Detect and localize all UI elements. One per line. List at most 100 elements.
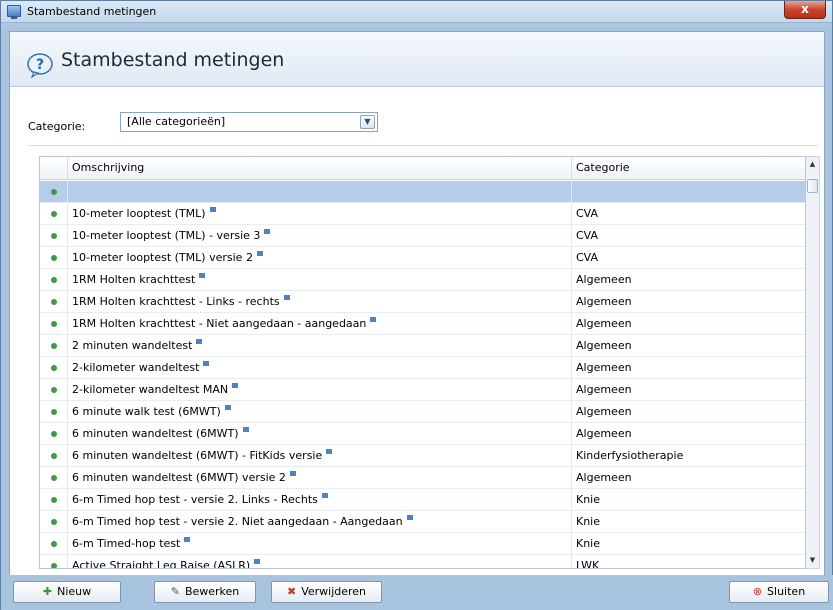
cell-omschrijving: 2-kilometer wandeltest: [67, 357, 571, 379]
edit-button-label: Bewerken: [184, 585, 240, 598]
note-marker-icon: [289, 471, 296, 476]
table-row[interactable]: 2-kilometer wandeltest MAN Algemeen: [40, 379, 805, 401]
status-dot-icon: [51, 541, 57, 547]
status-dot-icon: [51, 365, 57, 371]
cell-omschrijving: 6 minuten wandeltest (6MWT) versie 2: [67, 467, 571, 489]
table-row[interactable]: 6-m Timed hop test - versie 2. Links - R…: [40, 489, 805, 511]
table-row[interactable]: 6 minuten wandeltest (6MWT) - FitKids ve…: [40, 445, 805, 467]
table-row[interactable]: 2-kilometer wandeltest Algemeen: [40, 357, 805, 379]
vertical-scrollbar[interactable]: ▲ ▼: [806, 156, 820, 569]
table-row[interactable]: Active Straight Leg Raise (ASLR) LWK: [40, 555, 805, 569]
measurements-table: Omschrijving Categorie 10-meter looptest…: [39, 156, 806, 569]
cell-omschrijving: [67, 181, 571, 203]
table-row[interactable]: 6-m Timed hop test - versie 2. Niet aang…: [40, 511, 805, 533]
note-marker-icon: [283, 295, 290, 300]
status-dot-icon: [51, 497, 57, 503]
status-dot-icon: [51, 189, 57, 195]
category-filter-value: [Alle categorieën]: [127, 115, 226, 128]
title-bar[interactable]: Stambestand metingen x: [1, 1, 832, 23]
close-window-button[interactable]: x: [784, 1, 826, 19]
cell-categorie: CVA: [571, 225, 805, 247]
cell-categorie: Algemeen: [571, 379, 805, 401]
cell-omschrijving-text: 6 minute walk test (6MWT): [72, 405, 221, 418]
page-header: ? Stambestand metingen: [10, 32, 824, 87]
note-marker-icon: [209, 207, 216, 212]
note-marker-icon: [370, 317, 377, 322]
cell-categorie: Algemeen: [571, 313, 805, 335]
category-filter-select[interactable]: [Alle categorieën] ▼: [120, 112, 378, 132]
column-header-categorie[interactable]: Categorie: [571, 157, 805, 180]
cell-categorie: Algemeen: [571, 401, 805, 423]
cell-categorie: CVA: [571, 247, 805, 269]
cell-categorie: Algemeen: [571, 423, 805, 445]
table-row[interactable]: 10-meter looptest (TML) CVA: [40, 203, 805, 225]
cell-categorie: Knie: [571, 489, 805, 511]
scrollbar-thumb[interactable]: [807, 179, 818, 193]
new-button[interactable]: ✚ Nieuw: [13, 581, 121, 603]
button-bar: [1, 575, 833, 610]
status-dot-icon: [51, 563, 57, 568]
cell-omschrijving: 6 minuten wandeltest (6MWT): [67, 423, 571, 445]
cell-categorie: CVA: [571, 203, 805, 225]
status-dot-icon: [51, 343, 57, 349]
status-dot-icon: [51, 519, 57, 525]
cell-omschrijving: 2 minuten wandeltest: [67, 335, 571, 357]
status-dot-icon: [51, 409, 57, 415]
cell-omschrijving-text: 6 minuten wandeltest (6MWT) - FitKids ve…: [72, 449, 323, 462]
note-marker-icon: [242, 427, 249, 432]
table-header: Omschrijving Categorie: [40, 157, 805, 180]
table-row[interactable]: 2 minuten wandeltest Algemeen: [40, 335, 805, 357]
status-dot-icon: [51, 277, 57, 283]
table-row[interactable]: 10-meter looptest (TML) versie 2 CVA: [40, 247, 805, 269]
cell-omschrijving: 6-m Timed hop test - versie 2. Links - R…: [67, 489, 571, 511]
table-row[interactable]: 1RM Holten krachttest - Niet aangedaan -…: [40, 313, 805, 335]
cell-omschrijving-text: Active Straight Leg Raise (ASLR): [72, 559, 251, 569]
close-button[interactable]: ⊗ Sluiten: [729, 581, 829, 603]
cell-omschrijving: 1RM Holten krachttest - Links - rechts: [67, 291, 571, 313]
cell-omschrijving: 6 minute walk test (6MWT): [67, 401, 571, 423]
cell-categorie: Algemeen: [571, 291, 805, 313]
table-row[interactable]: 6 minute walk test (6MWT) Algemeen: [40, 401, 805, 423]
edit-button[interactable]: ✎ Bewerken: [154, 581, 256, 603]
note-marker-icon: [199, 273, 206, 278]
scroll-up-icon[interactable]: ▲: [806, 157, 819, 172]
cell-omschrijving-text: 6 minuten wandeltest (6MWT) versie 2: [72, 471, 286, 484]
status-dot-icon: [51, 255, 57, 261]
status-dot-icon: [51, 475, 57, 481]
help-icon: ?: [27, 53, 53, 78]
table-row[interactable]: 6-m Timed-hop test Knie: [40, 533, 805, 555]
cell-categorie: Algemeen: [571, 335, 805, 357]
table-row[interactable]: 10-meter looptest (TML) - versie 3 CVA: [40, 225, 805, 247]
scroll-down-icon[interactable]: ▼: [806, 553, 819, 568]
status-dot-icon: [51, 299, 57, 305]
close-button-label: Sluiten: [767, 585, 806, 598]
page-title: Stambestand metingen: [61, 49, 285, 71]
client-area: ? Stambestand metingen Categorie: [Alle …: [9, 31, 825, 594]
chevron-down-icon[interactable]: ▼: [360, 115, 375, 129]
column-header-omschrijving[interactable]: Omschrijving: [67, 157, 571, 180]
cell-omschrijving-text: 1RM Holten krachttest: [72, 273, 196, 286]
cell-omschrijving-text: 6-m Timed-hop test: [72, 537, 181, 550]
plus-icon: ✚: [42, 585, 53, 598]
cell-categorie: Knie: [571, 533, 805, 555]
table-row[interactable]: 6 minuten wandeltest (6MWT) versie 2 Alge…: [40, 467, 805, 489]
category-filter-label: Categorie:: [28, 120, 86, 133]
table-row[interactable]: [40, 181, 805, 203]
divider: [28, 145, 818, 146]
table-row[interactable]: 6 minuten wandeltest (6MWT) Algemeen: [40, 423, 805, 445]
cell-categorie: Knie: [571, 511, 805, 533]
table-row[interactable]: 1RM Holten krachttest - Links - rechts Al…: [40, 291, 805, 313]
table-row[interactable]: 1RM Holten krachttest Algemeen: [40, 269, 805, 291]
cell-omschrijving-text: 1RM Holten krachttest - Links - rechts: [72, 295, 280, 308]
cell-categorie: LWK: [571, 555, 805, 568]
note-marker-icon: [254, 559, 261, 564]
note-marker-icon: [196, 339, 203, 344]
cell-omschrijving-text: 1RM Holten krachttest - Niet aangedaan -…: [72, 317, 367, 330]
note-marker-icon: [203, 361, 210, 366]
window-title: Stambestand metingen: [27, 5, 157, 18]
cell-categorie: [571, 181, 805, 203]
cell-omschrijving: 6-m Timed hop test - versie 2. Niet aang…: [67, 511, 571, 533]
note-marker-icon: [406, 515, 413, 520]
delete-button-label: Verwijderen: [301, 585, 367, 598]
delete-button[interactable]: ✖ Verwijderen: [271, 581, 382, 603]
